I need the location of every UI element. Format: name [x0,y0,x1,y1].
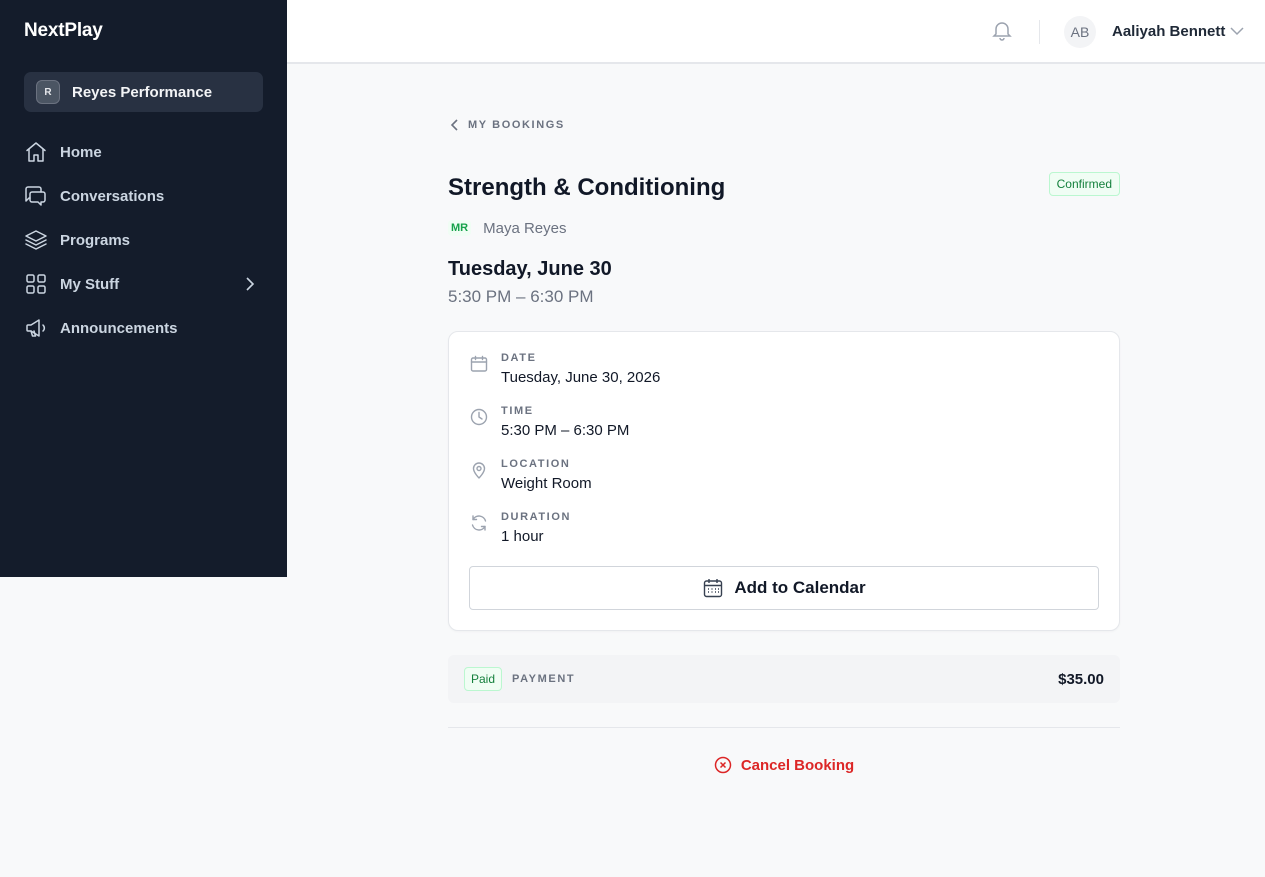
coach-info: MR Maya Reyes [448,218,1120,238]
sidebar-item-announcements[interactable]: Announcements [24,306,264,350]
detail-value: Weight Room [501,475,592,492]
session-time-heading: 5:30 PM – 6:30 PM [448,287,594,306]
detail-duration: DURATION 1 hour [469,511,1099,564]
detail-label: DATE [501,352,537,364]
back-to-bookings-link[interactable]: MY BOOKINGS [448,110,1120,140]
detail-value: 1 hour [501,528,544,545]
status-badge: Confirmed [1048,172,1120,196]
sidebar-item-my-stuff[interactable]: My Stuff [24,262,264,306]
calendar-icon [704,579,723,598]
sidebar-item-conversations[interactable]: Conversations [24,174,264,218]
home-icon [26,142,46,162]
org-name: Reyes Performance [72,83,213,101]
chevron-left-icon [450,119,458,131]
add-to-calendar-button[interactable]: Add to Calendar [469,566,1099,610]
sidebar: NextPlay R Reyes Performance Home Conver… [0,0,287,577]
title-row: Strength & Conditioning Confirmed [448,172,1120,204]
brand-logo[interactable]: NextPlay [24,20,103,42]
cancel-booking-button[interactable]: Cancel Booking [448,756,1120,774]
cancel-booking-label: Cancel Booking [740,756,855,774]
detail-location: LOCATION Weight Room [469,458,1099,511]
detail-date: DATE Tuesday, June 30, 2026 [469,352,1099,405]
header-divider [1039,20,1040,44]
sidebar-item-label: My Stuff [60,275,120,293]
sidebar-item-label: Conversations [60,187,165,205]
chevron-right-icon[interactable] [240,274,260,294]
detail-label: TIME [501,405,534,417]
detail-label: LOCATION [501,458,571,470]
chevron-down-icon[interactable] [1228,22,1246,40]
calendar-icon [470,355,488,372]
coach-name: Maya Reyes [483,219,567,237]
clock-icon [470,408,488,426]
top-header: AB Aaliyah Bennett [287,0,1265,64]
coach-avatar: MR [448,220,472,236]
detail-value: 5:30 PM – 6:30 PM [501,422,630,439]
org-switcher[interactable]: R Reyes Performance [24,72,263,112]
sidebar-item-label: Home [60,143,102,161]
payment-row: Paid PAYMENT $35.00 [448,655,1120,703]
sidebar-item-programs[interactable]: Programs [24,218,264,262]
user-name[interactable]: Aaliyah Bennett [1112,23,1225,40]
org-avatar: R [36,80,60,104]
bell-icon[interactable] [990,18,1014,42]
sidebar-item-home[interactable]: Home [24,130,264,174]
detail-value: Tuesday, June 30, 2026 [501,369,661,386]
sidebar-item-label: Announcements [60,319,178,337]
page-title: Strength & Conditioning [448,174,726,201]
layers-icon [25,230,47,250]
sidebar-nav: Home Conversations Programs My Stuff Ann… [24,130,264,350]
payment-label: PAYMENT [512,673,576,685]
user-avatar[interactable]: AB [1064,16,1096,48]
payment-amount: $35.00 [1058,670,1104,688]
sidebar-item-label: Programs [60,231,131,249]
x-circle-icon [714,756,732,774]
add-to-calendar-label: Add to Calendar [734,578,866,597]
details-card: DATE Tuesday, June 30, 2026 TIME 5:30 PM… [448,331,1120,631]
grid-icon [26,274,46,294]
megaphone-icon [26,319,46,337]
booking-detail: MY BOOKINGS Strength & Conditioning Conf… [448,110,1120,774]
map-pin-icon [472,462,486,479]
chat-icon [25,186,46,206]
payment-status-badge: Paid [464,667,503,691]
divider [448,727,1120,728]
session-date-heading: Tuesday, June 30 [448,258,612,280]
back-label: MY BOOKINGS [468,119,565,131]
detail-time: TIME 5:30 PM – 6:30 PM [469,405,1099,458]
detail-label: DURATION [501,511,572,523]
refresh-icon [471,515,487,531]
